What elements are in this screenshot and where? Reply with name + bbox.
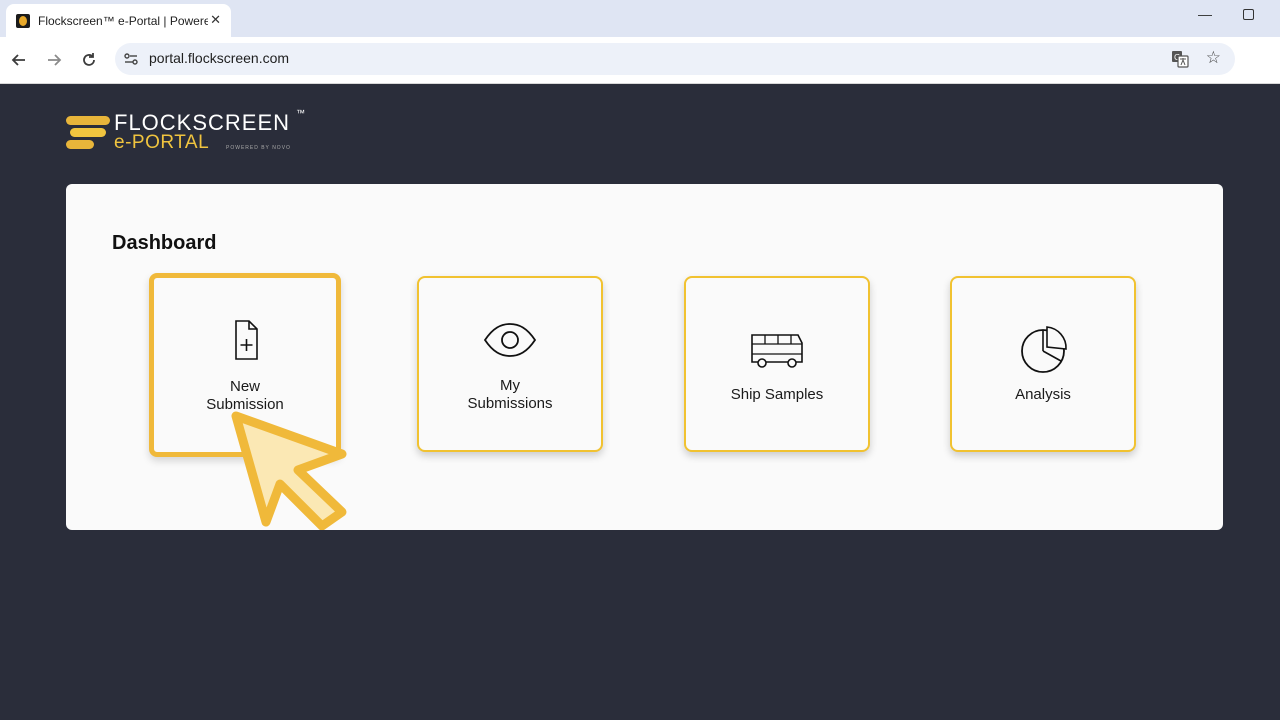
flockscreen-mark-icon <box>66 116 110 149</box>
file-plus-icon <box>235 320 258 360</box>
card-label: Analysis <box>1015 386 1071 403</box>
arrow-left-icon <box>11 54 25 66</box>
url-text[interactable]: portal.flockscreen.com <box>149 50 289 66</box>
my-submissions-card[interactable]: My Submissions <box>417 276 603 452</box>
logo-trademark: ™ <box>296 108 305 118</box>
back-button[interactable] <box>8 49 30 71</box>
card-label: Ship Samples <box>730 386 824 403</box>
window-restore-button[interactable] <box>1243 9 1254 20</box>
tab-close-button[interactable]: ✕ <box>210 12 221 28</box>
address-bar[interactable]: portal.flockscreen.com G ☆ <box>115 43 1235 75</box>
favicon-icon <box>16 13 30 28</box>
reload-icon <box>83 53 95 66</box>
eye-icon <box>483 323 537 357</box>
translate-icon[interactable]: G <box>1171 50 1189 68</box>
arrow-right-icon <box>48 54 62 66</box>
van-icon <box>751 334 803 368</box>
ship-samples-card[interactable]: Ship Samples <box>684 276 870 452</box>
window-minimize-button[interactable]: — <box>1198 6 1212 22</box>
pie-chart-icon <box>1021 326 1067 373</box>
logo-powered-by: POWERED BY NOVO <box>226 145 291 151</box>
browser-toolbar: portal.flockscreen.com G ☆ <box>0 37 1280 84</box>
tab-title: Flockscreen™ e-Portal | Powered by Novo <box>38 13 208 28</box>
page-title: Dashboard <box>112 232 217 254</box>
pointer-cursor-icon <box>231 411 347 530</box>
analysis-card[interactable]: Analysis <box>950 276 1136 452</box>
flockscreen-logo[interactable]: FLOCKSCREEN ™ e-PORTAL POWERED BY NOVO <box>66 108 326 158</box>
bookmark-star-icon[interactable]: ☆ <box>1206 48 1221 68</box>
site-settings-icon[interactable] <box>123 51 139 67</box>
logo-portal-text: e-PORTAL <box>114 132 210 153</box>
browser-tabstrip: Flockscreen™ e-Portal | Powered by Novo … <box>0 0 1280 37</box>
card-label: My Submissions <box>467 377 553 412</box>
reload-button[interactable] <box>78 49 100 71</box>
forward-button[interactable] <box>43 49 65 71</box>
browser-tab[interactable]: Flockscreen™ e-Portal | Powered by Novo … <box>6 4 231 37</box>
